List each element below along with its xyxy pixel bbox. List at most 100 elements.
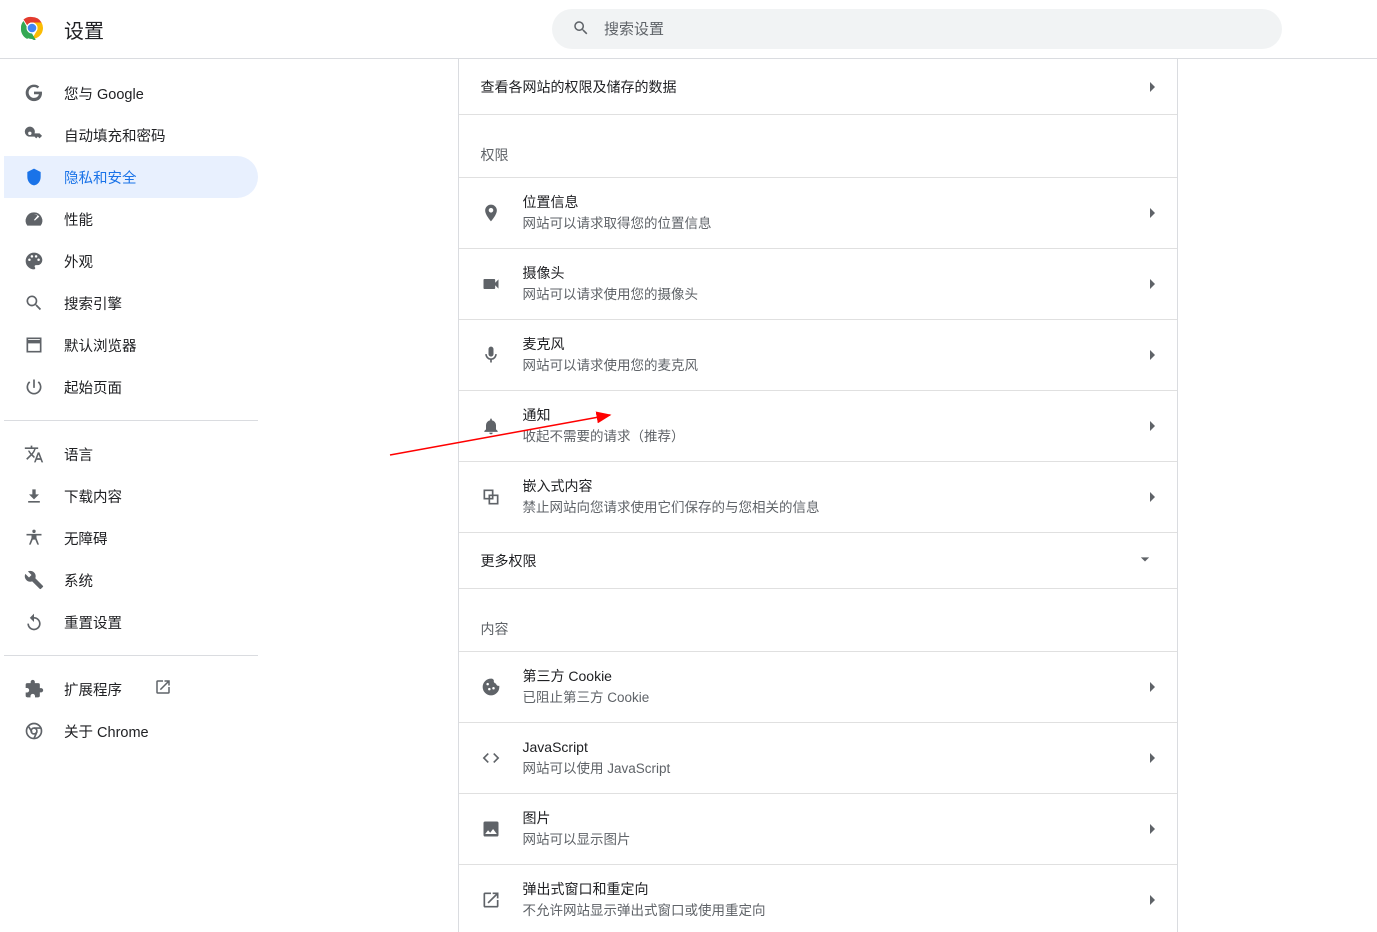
translate-icon — [24, 444, 44, 464]
sidebar-divider — [4, 420, 258, 421]
sidebar-item-on-startup[interactable]: 起始页面 — [4, 366, 258, 408]
google-icon — [24, 83, 44, 103]
row-sub: 禁止网站向您请求使用它们保存的与您相关的信息 — [523, 498, 1150, 518]
sidebar-item-appearance[interactable]: 外观 — [4, 240, 258, 282]
sidebar-item-downloads[interactable]: 下载内容 — [4, 475, 258, 517]
sidebar-item-default-browser[interactable]: 默认浏览器 — [4, 324, 258, 366]
row-microphone[interactable]: 麦克风网站可以请求使用您的麦克风 — [459, 320, 1177, 391]
sidebar-item-performance[interactable]: 性能 — [4, 198, 258, 240]
section-permissions-title: 权限 — [459, 115, 1177, 177]
row-camera[interactable]: 摄像头网站可以请求使用您的摄像头 — [459, 249, 1177, 320]
sidebar-item-label: 您与 Google — [64, 83, 144, 104]
row-title: 摄像头 — [523, 263, 1150, 283]
row-site-data[interactable]: 查看各网站的权限及储存的数据 — [459, 59, 1177, 115]
chevron-right-icon — [1150, 492, 1155, 502]
image-icon — [481, 819, 501, 839]
browser-icon — [24, 335, 44, 355]
camera-icon — [481, 274, 501, 294]
sidebar-item-label: 自动填充和密码 — [64, 125, 166, 146]
row-sub: 收起不需要的请求（推荐） — [523, 427, 1150, 447]
code-icon — [481, 748, 501, 768]
sidebar-item-label: 默认浏览器 — [64, 335, 137, 356]
row-sub: 网站可以显示图片 — [523, 830, 1150, 850]
row-title: 弹出式窗口和重定向 — [523, 879, 1150, 899]
content: 查看各网站的权限及储存的数据 权限 位置信息网站可以请求取得您的位置信息 摄像头… — [258, 59, 1377, 932]
row-title: 嵌入式内容 — [523, 476, 1150, 496]
shield-icon — [24, 167, 44, 187]
row-cookies[interactable]: 第三方 Cookie已阻止第三方 Cookie — [459, 651, 1177, 723]
sidebar-item-label: 隐私和安全 — [64, 167, 137, 188]
row-title: JavaScript — [523, 737, 1150, 757]
bell-icon — [481, 416, 501, 436]
sidebar-item-privacy[interactable]: 隐私和安全 — [4, 156, 258, 198]
sidebar: 您与 Google 自动填充和密码 隐私和安全 性能 外观 搜索引擎 默认浏览器 — [0, 59, 258, 932]
row-embedded[interactable]: 嵌入式内容禁止网站向您请求使用它们保存的与您相关的信息 — [459, 462, 1177, 533]
sidebar-item-label: 重置设置 — [64, 612, 122, 633]
search-container[interactable] — [552, 9, 1282, 49]
microphone-icon — [481, 345, 501, 365]
sidebar-item-system[interactable]: 系统 — [4, 559, 258, 601]
reset-icon — [24, 612, 44, 632]
sidebar-item-reset[interactable]: 重置设置 — [4, 601, 258, 643]
chevron-right-icon — [1150, 350, 1155, 360]
row-title: 位置信息 — [523, 192, 1150, 212]
sidebar-item-label: 扩展程序 — [64, 679, 122, 700]
row-sub: 网站可以使用 JavaScript — [523, 759, 1150, 779]
embedded-icon — [481, 487, 501, 507]
sidebar-item-label: 无障碍 — [64, 528, 108, 549]
search-icon — [572, 19, 590, 40]
row-title: 通知 — [523, 405, 1150, 425]
row-sub: 不允许网站显示弹出式窗口或使用重定向 — [523, 901, 1150, 921]
section-content-title: 内容 — [459, 589, 1177, 651]
row-images[interactable]: 图片网站可以显示图片 — [459, 794, 1177, 865]
row-javascript[interactable]: JavaScript网站可以使用 JavaScript — [459, 723, 1177, 794]
search-icon — [24, 293, 44, 313]
sidebar-item-label: 语言 — [64, 444, 93, 465]
row-title: 查看各网站的权限及储存的数据 — [481, 77, 1150, 97]
row-popups[interactable]: 弹出式窗口和重定向不允许网站显示弹出式窗口或使用重定向 — [459, 865, 1177, 932]
chevron-right-icon — [1150, 682, 1155, 692]
sidebar-divider — [4, 655, 258, 656]
row-title: 图片 — [523, 808, 1150, 828]
wrench-icon — [24, 570, 44, 590]
chevron-right-icon — [1150, 895, 1155, 905]
download-icon — [24, 486, 44, 506]
row-more-permissions[interactable]: 更多权限 — [459, 533, 1177, 589]
chevron-right-icon — [1150, 421, 1155, 431]
palette-icon — [24, 251, 44, 271]
header: 设置 — [0, 0, 1377, 59]
sidebar-item-label: 关于 Chrome — [64, 721, 149, 742]
sidebar-item-accessibility[interactable]: 无障碍 — [4, 517, 258, 559]
power-icon — [24, 377, 44, 397]
chevron-right-icon — [1150, 208, 1155, 218]
speed-icon — [24, 209, 44, 229]
row-sub: 网站可以请求使用您的麦克风 — [523, 356, 1150, 376]
row-notifications[interactable]: 通知收起不需要的请求（推荐） — [459, 391, 1177, 462]
chrome-logo-icon — [20, 16, 44, 43]
row-sub: 已阻止第三方 Cookie — [523, 688, 1150, 708]
chevron-right-icon — [1150, 82, 1155, 92]
sidebar-item-label: 外观 — [64, 251, 93, 272]
page-title: 设置 — [64, 15, 104, 44]
sidebar-item-label: 搜索引擎 — [64, 293, 122, 314]
chevron-right-icon — [1150, 753, 1155, 763]
row-location[interactable]: 位置信息网站可以请求取得您的位置信息 — [459, 177, 1177, 249]
open-in-new-icon — [154, 678, 172, 700]
key-icon — [24, 125, 44, 145]
sidebar-item-search-engine[interactable]: 搜索引擎 — [4, 282, 258, 324]
search-input[interactable] — [604, 21, 1262, 38]
cookie-icon — [481, 677, 501, 697]
sidebar-item-you-and-google[interactable]: 您与 Google — [4, 72, 258, 114]
location-icon — [481, 203, 501, 223]
sidebar-item-language[interactable]: 语言 — [4, 433, 258, 475]
sidebar-item-label: 下载内容 — [64, 486, 122, 507]
sidebar-item-label: 性能 — [64, 209, 93, 230]
sidebar-item-autofill[interactable]: 自动填充和密码 — [4, 114, 258, 156]
chevron-right-icon — [1150, 824, 1155, 834]
sidebar-item-about[interactable]: 关于 Chrome — [4, 710, 258, 752]
sidebar-item-extensions[interactable]: 扩展程序 — [4, 668, 258, 710]
chevron-right-icon — [1150, 279, 1155, 289]
chrome-outline-icon — [24, 721, 44, 741]
sidebar-item-label: 起始页面 — [64, 377, 122, 398]
extension-icon — [24, 679, 44, 699]
